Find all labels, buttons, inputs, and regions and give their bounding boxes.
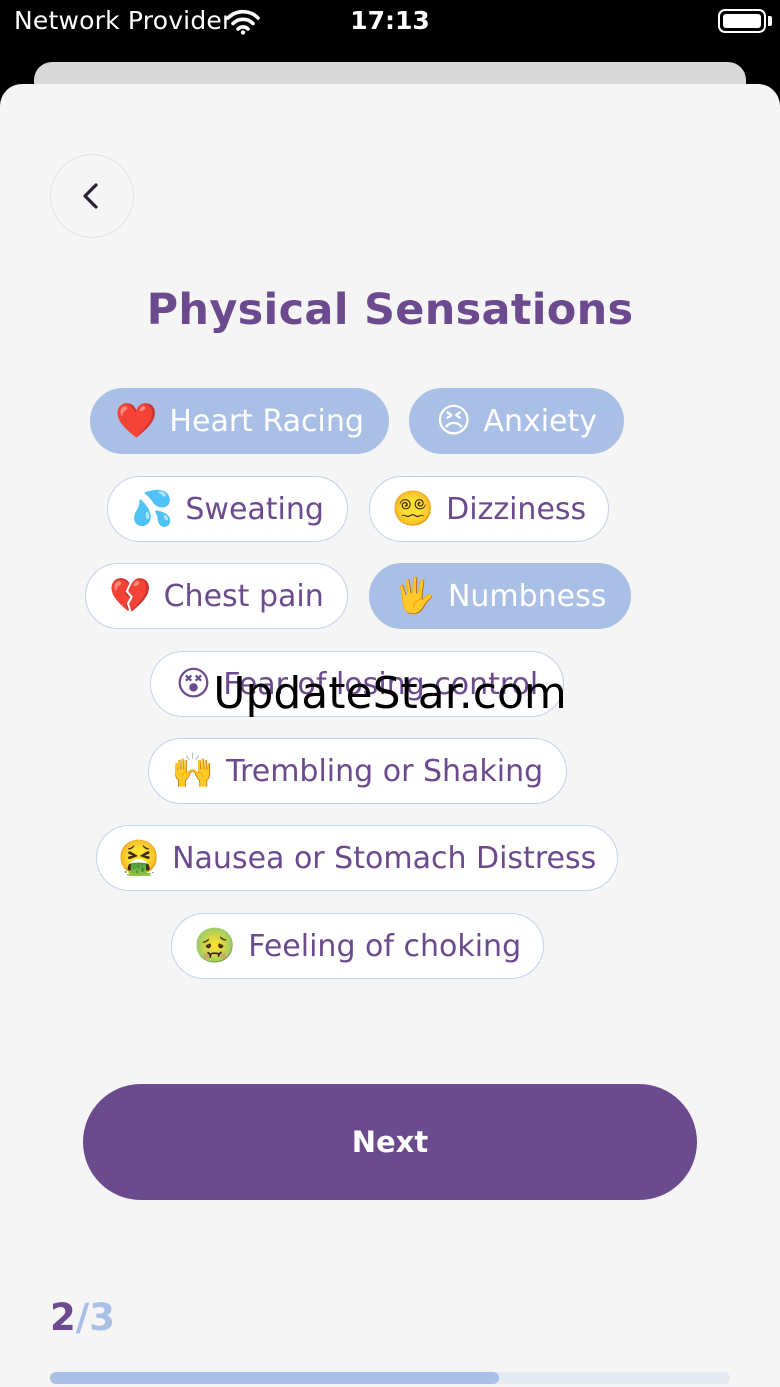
chip-label: Trembling or Shaking	[226, 753, 544, 789]
chip-chest-pain[interactable]: 💔 Chest pain	[85, 563, 348, 629]
chip-label: Numbness	[447, 578, 607, 614]
chip-feeling-of-choking[interactable]: 🤢 Feeling of choking	[171, 913, 544, 979]
chip-label: Feeling of choking	[248, 928, 522, 964]
progress-fill	[50, 1372, 499, 1384]
raising-hands-emoji-icon: 🙌	[171, 751, 215, 791]
chip-label: Fear of losing control	[223, 666, 539, 702]
chip-label: Nausea or Stomach Distress	[172, 840, 597, 876]
next-button[interactable]: Next	[83, 1084, 697, 1200]
persevering-face-emoji-icon: 😣	[435, 401, 472, 441]
chip-heart-racing[interactable]: ❤️ Heart Racing	[90, 388, 389, 454]
page-title: Physical Sensations	[146, 285, 634, 335]
chip-label: Heart Racing	[169, 403, 364, 439]
chip-label: Chest pain	[163, 578, 324, 614]
step-separator: /	[75, 1296, 90, 1339]
dizzy-face-emoji-icon: 😵‍💫	[391, 489, 435, 529]
progress-track	[50, 1372, 730, 1384]
step-indicator: 2/3	[50, 1296, 115, 1339]
broken-heart-emoji-icon: 💔	[109, 576, 152, 616]
back-button[interactable]	[50, 154, 134, 238]
chip-dizziness[interactable]: 😵‍💫 Dizziness	[369, 476, 609, 542]
battery-full-icon	[718, 9, 766, 33]
battery-tip	[768, 16, 772, 26]
chip-nausea-or-stomach-distress[interactable]: 🤮 Nausea or Stomach Distress	[96, 825, 618, 891]
chip-trembling-or-shaking[interactable]: 🙌 Trembling or Shaking	[148, 738, 567, 804]
sweat-droplets-emoji-icon: 💦	[131, 489, 174, 529]
heart-emoji-icon: ❤️	[115, 401, 158, 441]
clock: 17:13	[350, 6, 430, 35]
chip-label: Sweating	[185, 491, 324, 527]
vomiting-face-emoji-icon: 🤮	[117, 838, 161, 878]
chip-label: Dizziness	[446, 491, 587, 527]
chip-fear-of-losing-control[interactable]: 😵 Fear of losing control	[150, 651, 564, 717]
nauseated-face-emoji-icon: 🤢	[193, 926, 237, 966]
chip-anxiety[interactable]: 😣 Anxiety	[409, 388, 624, 454]
chip-label: Anxiety	[483, 403, 598, 439]
chip-sweating[interactable]: 💦 Sweating	[107, 476, 348, 542]
chip-numbness[interactable]: 🖐️ Numbness	[369, 563, 631, 629]
step-total: 3	[89, 1296, 116, 1339]
chevron-left-icon	[83, 183, 98, 209]
status-bar: Network Provider 17:13	[0, 0, 780, 60]
raised-hand-emoji-icon: 🖐️	[393, 576, 436, 616]
astonished-face-emoji-icon: 😵	[175, 664, 212, 704]
step-current: 2	[50, 1296, 76, 1339]
